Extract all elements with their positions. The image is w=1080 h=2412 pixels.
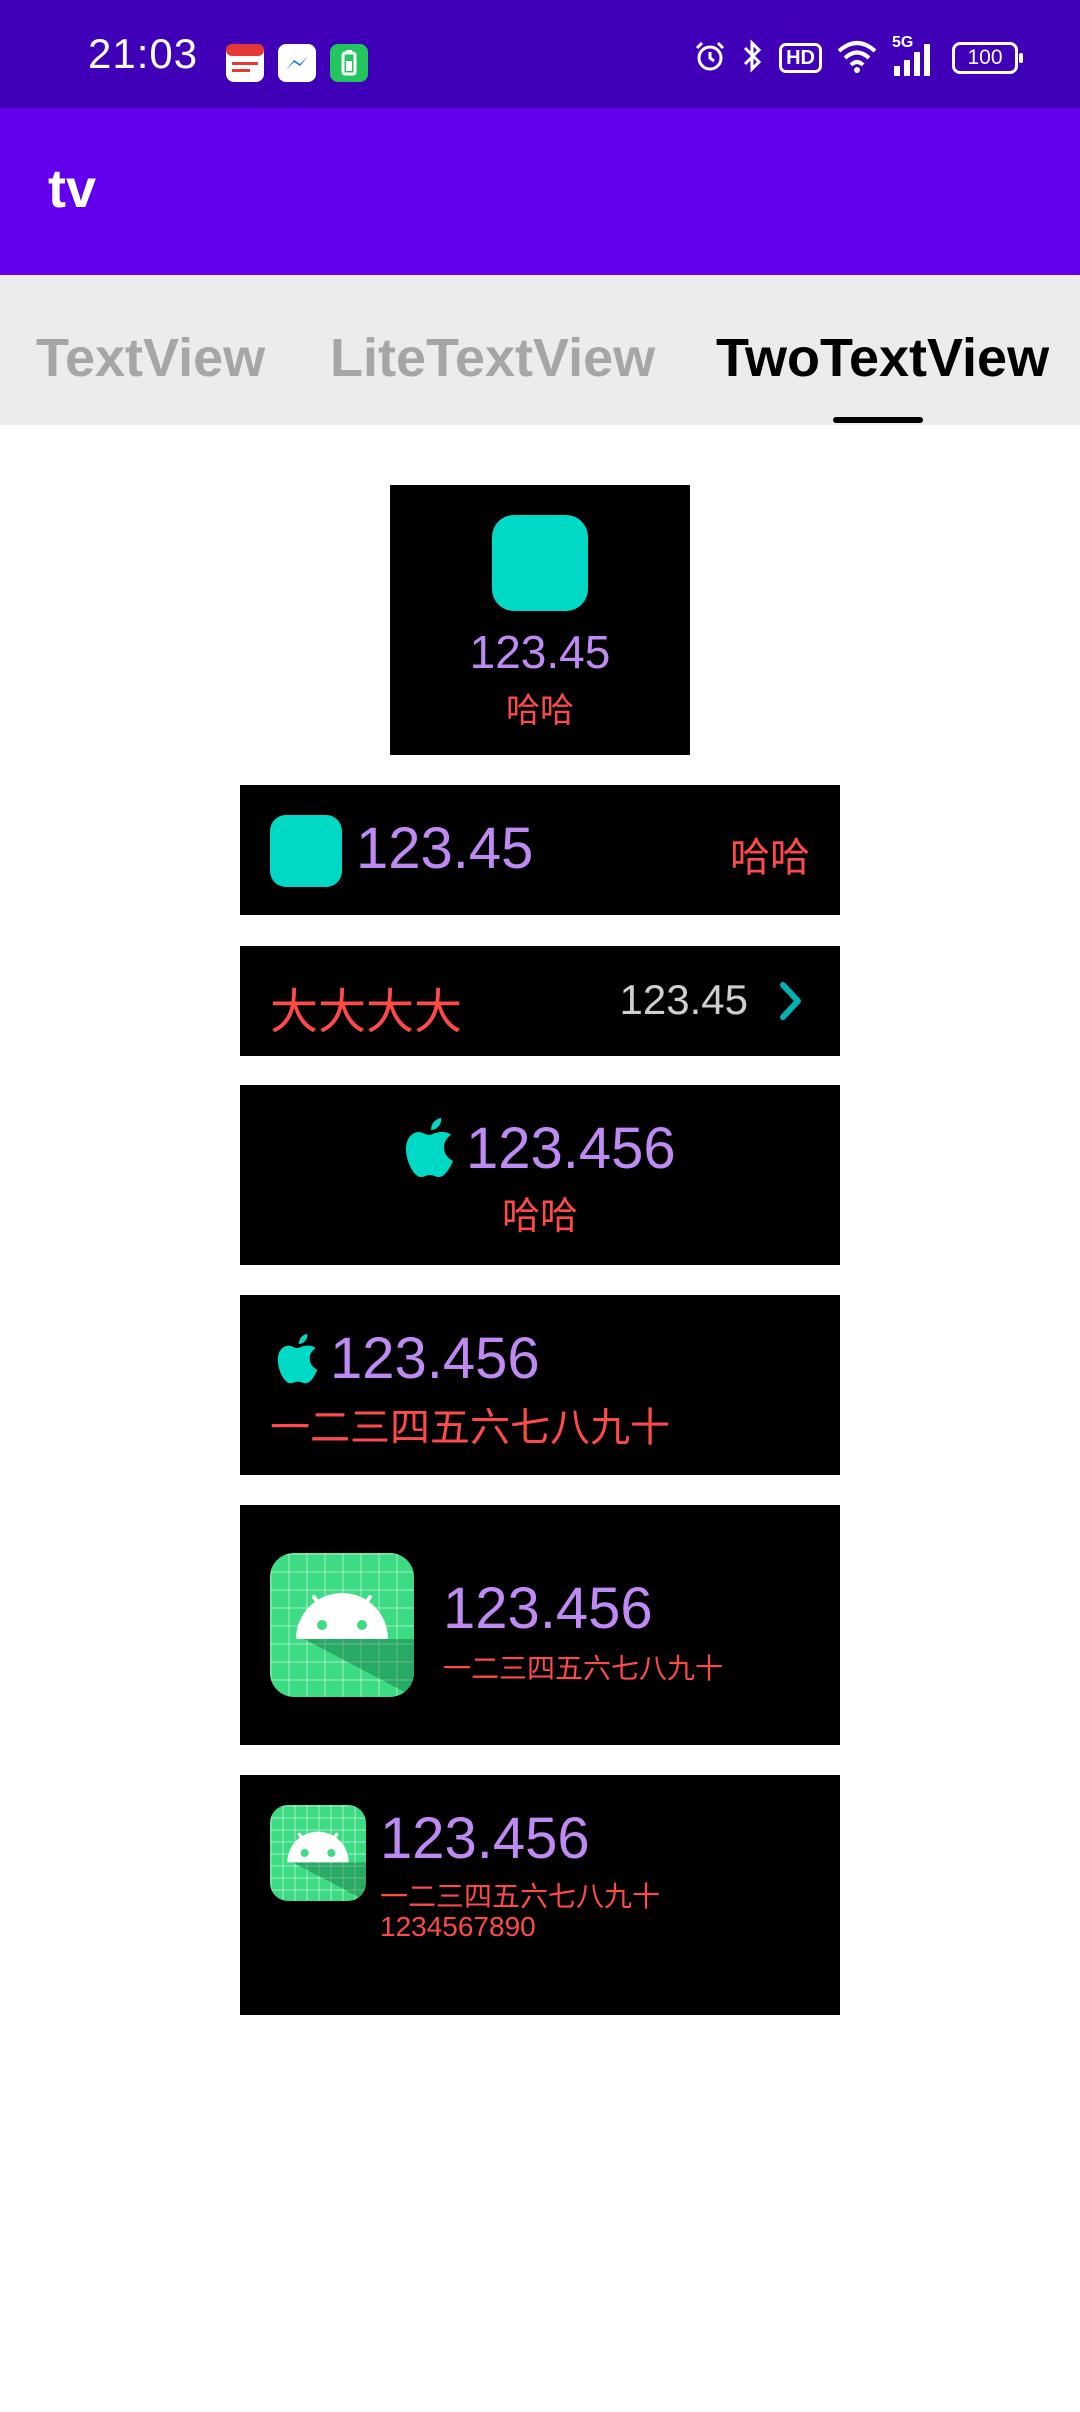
tab-textview[interactable]: TextView bbox=[36, 327, 265, 389]
tab-indicator bbox=[833, 417, 923, 423]
card2-number: 123.45 bbox=[356, 816, 534, 881]
hd-icon: HD bbox=[779, 43, 822, 73]
android-icon bbox=[270, 1805, 366, 1901]
card6-label: 一二三四五六七八九十 bbox=[443, 1652, 724, 1685]
teal-square-icon bbox=[270, 815, 342, 887]
5g-signal-icon: 5G bbox=[892, 34, 938, 78]
card3-value: 123.45 bbox=[619, 976, 748, 1023]
tab-litetextview[interactable]: LiteTextView bbox=[330, 327, 655, 389]
card-apple-left[interactable]: 123.456 一二三四五六七八九十 bbox=[240, 1295, 840, 1475]
chevron-right-icon[interactable] bbox=[778, 980, 804, 1026]
teal-square-icon bbox=[492, 515, 588, 611]
card4-label: 哈哈 bbox=[501, 1194, 578, 1238]
app-title: tv bbox=[48, 159, 97, 219]
card4-number: 123.456 bbox=[466, 1116, 676, 1181]
card6-number: 123.456 bbox=[443, 1576, 653, 1641]
bluetooth-icon bbox=[741, 38, 765, 78]
card5-number: 123.456 bbox=[330, 1326, 540, 1391]
card5-label: 一二三四五六七八九十 bbox=[270, 1405, 670, 1451]
card-label-value-row[interactable]: 大大大大 123.45 bbox=[240, 946, 840, 1056]
card-android-large[interactable]: 123.456 一二三四五六七八九十 bbox=[240, 1505, 840, 1745]
alarm-icon bbox=[693, 39, 727, 77]
card-vertical-icon-text[interactable]: 123.45 哈哈 bbox=[390, 485, 690, 755]
status-bar: 21:03 HD 5G 100 bbox=[0, 0, 1080, 108]
status-right-icons: HD 5G 100 bbox=[693, 34, 1023, 78]
tab-twotextview[interactable]: TwoTextView bbox=[716, 327, 1049, 389]
app-bar: tv bbox=[0, 108, 1080, 275]
battery-indicator: 100 bbox=[952, 42, 1023, 74]
status-time: 21:03 bbox=[88, 30, 199, 77]
card7-label: 一二三四五六七八九十 bbox=[380, 1880, 661, 1913]
card7-digits: 1234567890 bbox=[380, 1911, 536, 1942]
apple-icon bbox=[404, 1117, 456, 1183]
wifi-icon bbox=[836, 39, 878, 77]
apple-icon bbox=[276, 1333, 320, 1389]
card3-label: 大大大大 bbox=[270, 984, 463, 1040]
card-android-small[interactable]: 123.456 一二三四五六七八九十 1234567890 bbox=[240, 1775, 840, 2015]
tab-bar: TextView LiteTextView TwoTextView bbox=[0, 275, 1080, 425]
calendar-icon bbox=[226, 44, 264, 82]
card1-number: 123.45 bbox=[469, 626, 611, 678]
battery-saver-icon bbox=[330, 44, 368, 82]
card-apple-centered[interactable]: 123.456 哈哈 bbox=[240, 1085, 840, 1265]
card-horizontal-icon-text[interactable]: 123.45 哈哈 bbox=[240, 785, 840, 915]
card1-label: 哈哈 bbox=[506, 691, 574, 731]
android-icon bbox=[270, 1553, 414, 1697]
messenger-icon bbox=[278, 44, 316, 82]
card7-number: 123.456 bbox=[380, 1806, 590, 1871]
card2-label: 哈哈 bbox=[730, 835, 810, 881]
